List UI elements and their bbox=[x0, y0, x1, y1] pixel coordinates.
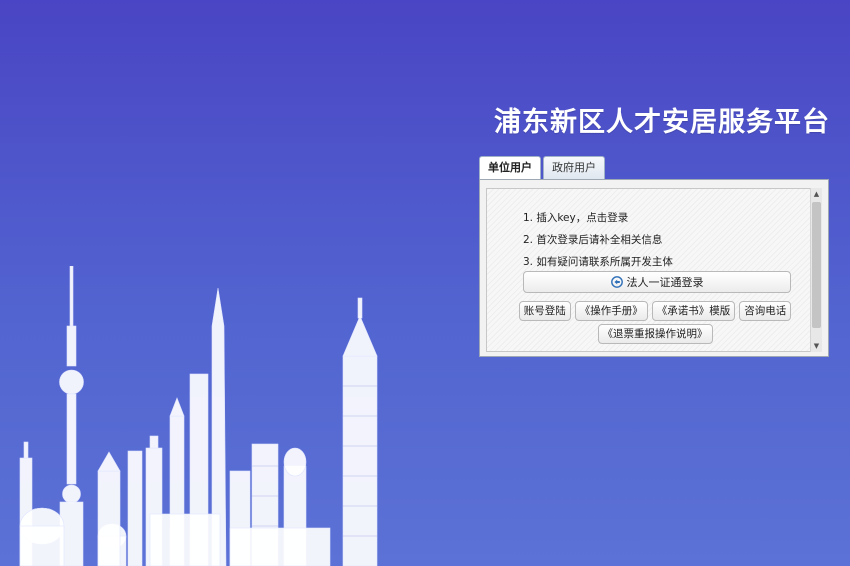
login-content: 1. 插入key，点击登录 2. 首次登录后请补全相关信息 3. 如有疑问请联系… bbox=[486, 188, 812, 352]
scroll-thumb[interactable] bbox=[812, 202, 821, 328]
tab-government-user[interactable]: 政府用户 bbox=[543, 156, 605, 179]
scroll-up-icon[interactable]: ▲ bbox=[811, 188, 822, 200]
instruction-list: 1. 插入key，点击登录 2. 首次登录后请补全相关信息 3. 如有疑问请联系… bbox=[523, 207, 673, 273]
link-row: 账号登陆 《操作手册》 《承诺书》模版 咨询电话 bbox=[493, 301, 817, 321]
certificate-login-button[interactable]: 法人一证通登录 bbox=[523, 271, 791, 293]
key-login-icon bbox=[610, 276, 623, 288]
user-type-tabs: 单位用户 政府用户 bbox=[479, 156, 605, 180]
link-row: 《退票重报操作说明》 bbox=[493, 324, 817, 344]
operation-manual-button[interactable]: 《操作手册》 bbox=[574, 301, 648, 321]
tab-unit-user[interactable]: 单位用户 bbox=[479, 156, 541, 180]
vertical-scrollbar[interactable]: ▲ ▼ bbox=[810, 188, 822, 352]
refund-instructions-button[interactable]: 《退票重报操作说明》 bbox=[597, 324, 713, 344]
account-login-button[interactable]: 账号登陆 bbox=[518, 301, 571, 321]
scroll-down-icon[interactable]: ▼ bbox=[811, 340, 822, 352]
instruction-step: 1. 插入key，点击登录 bbox=[523, 212, 629, 224]
city-skyline-illustration bbox=[19, 266, 378, 566]
instruction-step: 2. 首次登录后请补全相关信息 bbox=[523, 234, 663, 246]
instruction-step: 3. 如有疑问请联系所属开发主体 bbox=[523, 256, 673, 268]
commitment-template-button[interactable]: 《承诺书》模版 bbox=[651, 301, 736, 321]
login-panel: 1. 插入key，点击登录 2. 首次登录后请补全相关信息 3. 如有疑问请联系… bbox=[479, 179, 829, 357]
page-title: 浦东新区人才安居服务平台 bbox=[494, 107, 830, 138]
certificate-login-label: 法人一证通登录 bbox=[626, 276, 704, 289]
consultation-phone-button[interactable]: 咨询电话 bbox=[739, 301, 792, 321]
